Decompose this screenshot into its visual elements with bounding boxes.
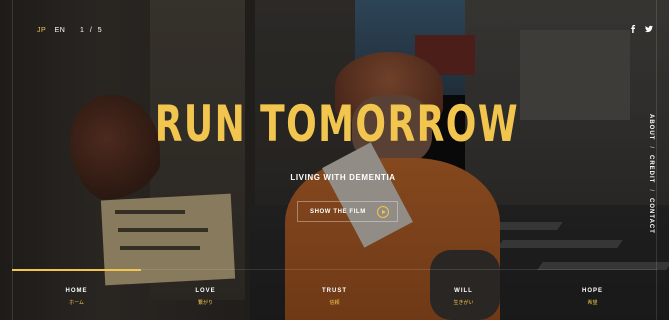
side-menu-separator: / (648, 189, 654, 193)
nav-label-en: WILL (454, 288, 473, 294)
twitter-icon[interactable] (645, 25, 653, 33)
nav-label-jp: 信頼 (329, 300, 340, 306)
nav-label-jp: 生きがい (453, 300, 474, 306)
facebook-icon[interactable] (629, 25, 637, 33)
nav-label-jp: ホーム (69, 300, 84, 306)
bottom-nav: HOME ホーム LOVE 繋がり TRUST 信頼 WILL 生きがい HOP… (12, 269, 657, 314)
slide-counter: 1 / 5 (80, 27, 104, 34)
hero-subtitle: LIVING WITH DEMENTIA (290, 173, 396, 182)
language-switcher: JP EN (37, 27, 71, 34)
side-menu-credit[interactable]: CREDIT (648, 155, 654, 183)
lang-jp-link[interactable]: JP (37, 27, 46, 34)
nav-item-home[interactable]: HOME ホーム (12, 269, 141, 314)
nav-label-en: LOVE (195, 288, 216, 294)
nav-label-en: TRUST (322, 288, 347, 294)
side-menu-about[interactable]: ABOUT (648, 114, 654, 140)
lang-en-link[interactable]: EN (55, 27, 66, 34)
nav-label-en: HOPE (581, 288, 603, 294)
side-menu: ABOUT / CREDIT / CONTACT (646, 114, 656, 234)
social-links (629, 25, 653, 33)
nav-label-jp: 希望 (587, 300, 598, 306)
play-icon (377, 206, 389, 218)
nav-item-love[interactable]: LOVE 繋がり (141, 269, 270, 314)
nav-item-hope[interactable]: HOPE 希望 (528, 269, 657, 314)
nav-item-will[interactable]: WILL 生きがい (399, 269, 528, 314)
nav-label-en: HOME (65, 288, 88, 294)
nav-progress-bar (12, 269, 141, 271)
nav-label-jp: 繋がり (197, 300, 213, 306)
nav-item-trust[interactable]: TRUST 信頼 (270, 269, 399, 314)
show-film-button[interactable]: SHOW THE FILM (297, 201, 398, 222)
side-menu-contact[interactable]: CONTACT (648, 198, 654, 234)
show-film-label: SHOW THE FILM (310, 208, 366, 215)
side-menu-separator: / (648, 146, 654, 150)
hero-title: RUN TOMORROW (154, 95, 519, 153)
